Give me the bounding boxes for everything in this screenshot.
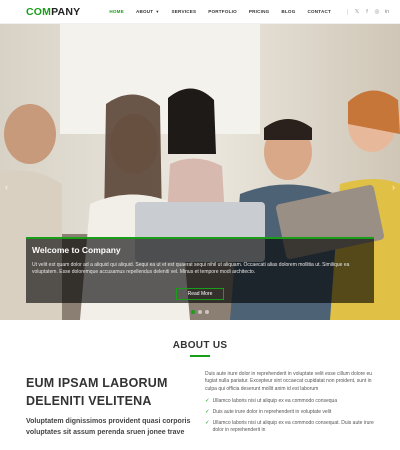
about-details: Duis aute irure dolor in reprehenderit i…	[205, 371, 375, 437]
check-list: ✓ Ullamco laboris nisi ut aliquip ex ea c…	[205, 398, 375, 434]
list-item-text: Duis aute irure dolor in reprehenderit i…	[212, 408, 332, 415]
hero-carousel: ‹ › Welcome to Company Ut velit est quam…	[0, 24, 400, 320]
carousel-dot[interactable]	[198, 310, 202, 314]
list-item: ✓ Ullamco laboris nisi ut aliquip ex ea c…	[205, 420, 375, 435]
main-nav: HOME ABOUT ▼ SERVICES PORTFOLIO PRICING B…	[103, 9, 337, 14]
social-links: 𝕏 f ◎ in	[347, 8, 390, 15]
list-item-text: Ullamco laboris nisi ut aliquip ex ea co…	[212, 397, 338, 404]
nav-portfolio[interactable]: PORTFOLIO	[202, 9, 243, 14]
nav-contact[interactable]: CONTACT	[301, 9, 337, 14]
about-headline: EUM IPSAM LABORUM DELENITI VELITENA	[26, 376, 168, 408]
nav-blog[interactable]: BLOG	[275, 9, 301, 14]
read-more-button[interactable]: Read More	[176, 288, 224, 300]
nav-about[interactable]: ABOUT ▼	[130, 9, 166, 14]
carousel-dot[interactable]	[205, 310, 209, 314]
hero-caption: Welcome to Company Ut velit est quam dol…	[26, 237, 374, 303]
prev-slide-button[interactable]: ‹	[5, 182, 8, 192]
check-icon: ✓	[205, 408, 210, 415]
check-icon: ✓	[205, 419, 210, 426]
site-header: COMPANY HOME ABOUT ▼ SERVICES PORTFOLIO P…	[0, 0, 400, 24]
nav-pricing[interactable]: PRICING	[243, 9, 276, 14]
facebook-icon[interactable]: f	[364, 9, 370, 15]
carousel-dot[interactable]	[191, 310, 195, 314]
nav-home[interactable]: HOME	[103, 9, 130, 14]
instagram-icon[interactable]: ◎	[374, 9, 380, 15]
carousel-indicators	[191, 310, 209, 314]
linkedin-icon[interactable]: in	[384, 9, 390, 15]
about-title: ABOUT US	[172, 340, 228, 351]
nav-about-label: ABOUT	[135, 9, 154, 14]
list-item-text: Ullamco laboris nisi ut aliquip ex ea co…	[212, 419, 374, 433]
hero-text: Ut velit est quam dolor ad a aliquid qui…	[32, 262, 350, 276]
nav-services[interactable]: SERVICES	[166, 9, 203, 14]
title-underline	[190, 355, 210, 357]
about-subtext: Voluptatem dignissimos provident quasi c…	[26, 418, 191, 436]
list-item: ✓ Duis aute irure dolor in reprehenderit …	[205, 409, 375, 417]
list-item: ✓ Ullamco laboris nisi ut aliquip ex ea c…	[205, 398, 375, 406]
hero-title: Welcome to Company	[32, 245, 121, 255]
about-paragraph: Duis aute irure dolor in reprehenderit i…	[205, 371, 373, 392]
chevron-down-icon: ▼	[155, 9, 160, 14]
twitter-icon[interactable]: 𝕏	[354, 9, 360, 15]
check-icon: ✓	[205, 397, 210, 404]
logo-rest: PANY	[51, 5, 81, 18]
logo-accent: COM	[26, 5, 52, 18]
next-slide-button[interactable]: ›	[392, 182, 395, 192]
logo[interactable]: COMPANY	[26, 6, 80, 18]
